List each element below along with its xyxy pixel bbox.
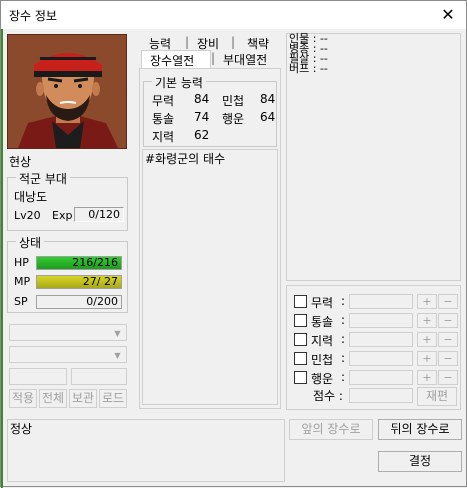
minus-icon[interactable]: − xyxy=(438,332,458,347)
next-general-button[interactable]: 뒤의 장수로 xyxy=(378,419,462,440)
close-icon[interactable]: ✕ xyxy=(436,3,460,27)
filter-checkbox[interactable] xyxy=(294,295,307,308)
stat-name-luck: 행운 xyxy=(222,112,245,126)
info-panel: 인물 : -- 병종 : -- 필살 : -- 버프 : -- xyxy=(286,33,461,281)
plus-icon[interactable]: + xyxy=(417,351,437,366)
filter-stat-name: 민첩 xyxy=(311,353,334,367)
filter-stat-name: 통솔 xyxy=(311,315,334,329)
filter-checkbox[interactable] xyxy=(294,314,307,327)
filter-stat-name: 무력 xyxy=(311,296,334,310)
center-panel: 기본 능력 무력 84 민첩 84 통솔 74 행운 64 지력 62 #화령군… xyxy=(139,68,281,409)
filter-colon: : xyxy=(341,332,346,346)
combo-box-2[interactable]: ▼ xyxy=(9,346,127,363)
tab-strategy[interactable]: 책략 xyxy=(247,35,269,52)
score-field xyxy=(349,388,413,403)
minus-icon[interactable]: − xyxy=(438,294,458,309)
stat-value-agility: 84 xyxy=(260,92,276,106)
store-button[interactable]: 보관 xyxy=(69,389,97,408)
level-text: Lv20 xyxy=(14,209,41,222)
tab-general-bio[interactable]: 장수열전 xyxy=(141,50,211,69)
prev-general-button[interactable]: 앞의 장수로 xyxy=(289,419,373,440)
mp-value: 27/ 27 xyxy=(82,275,118,288)
mp-label: MP xyxy=(14,275,31,288)
dialog-window: 장수 정보 ✕ 현상 적군 부대 대낭도 Lv20 Exp 0/120 상태 H… xyxy=(0,0,467,488)
input-box-right[interactable] xyxy=(71,368,127,385)
filter-stat-name: 지력 xyxy=(311,334,334,348)
tab-general-bio-label: 장수열전 xyxy=(150,54,195,68)
biography-text: #화령군의 태수 xyxy=(145,152,226,166)
plus-icon[interactable]: + xyxy=(417,332,437,347)
affiliation-group: 적군 부대 대낭도 Lv20 Exp 0/120 xyxy=(7,170,128,231)
hp-value: 216/216 xyxy=(72,256,118,269)
reroll-button[interactable]: 재편 xyxy=(417,387,457,406)
stat-value-power: 84 xyxy=(194,92,210,106)
condition-text: 정상 xyxy=(10,422,33,436)
plus-icon[interactable]: + xyxy=(417,294,437,309)
status-group: 상태 HP 216/216 MP 27/ 27 SP 0/200 xyxy=(7,234,128,313)
condition-box: 정상 xyxy=(7,419,285,482)
plus-icon[interactable]: + xyxy=(417,370,437,385)
info-list: 인물 : -- 병종 : -- 필살 : -- 버프 : -- xyxy=(289,33,328,75)
chevron-down-icon: ▼ xyxy=(110,326,125,339)
sp-value: 0/200 xyxy=(86,295,118,308)
minus-icon[interactable]: − xyxy=(438,351,458,366)
sp-bar: 0/200 xyxy=(36,295,122,309)
general-name: 현상 xyxy=(9,155,32,169)
filter-value-field[interactable] xyxy=(349,332,413,347)
background-edge-left xyxy=(1,29,3,488)
stat-value-luck: 64 xyxy=(260,110,276,124)
apply-button[interactable]: 적용 xyxy=(9,389,37,408)
filter-stat-name: 행운 xyxy=(311,372,334,386)
exp-label: Exp xyxy=(52,209,73,222)
filter-checkbox[interactable] xyxy=(294,371,307,384)
basic-ability-label: 기본 능력 xyxy=(152,74,206,91)
tab-unit-bio[interactable]: 부대열전 xyxy=(223,51,267,68)
filter-checkbox[interactable] xyxy=(294,352,307,365)
all-button[interactable]: 전체 xyxy=(39,389,67,408)
load-button[interactable]: 로드 xyxy=(99,389,127,408)
stat-name-command: 통솔 xyxy=(152,112,175,126)
biography-box: #화령군의 태수 xyxy=(142,149,278,405)
filter-colon: : xyxy=(341,351,346,365)
location-text: 대낭도 xyxy=(14,190,48,204)
mp-bar: 27/ 27 xyxy=(36,275,122,289)
stat-name-power: 무력 xyxy=(152,94,175,108)
status-label: 상태 xyxy=(16,234,45,251)
filter-colon: : xyxy=(341,294,346,308)
plus-icon[interactable]: + xyxy=(417,313,437,328)
confirm-button[interactable]: 결정 xyxy=(378,451,462,472)
hp-bar: 216/216 xyxy=(36,256,122,270)
exp-field: 0/120 xyxy=(74,207,124,222)
filter-value-field[interactable] xyxy=(349,370,413,385)
sp-label: SP xyxy=(14,295,28,308)
info-line-buff: 버프 : -- xyxy=(289,62,328,75)
filter-colon: : xyxy=(341,313,346,327)
stat-value-command: 74 xyxy=(194,110,210,124)
window-title: 장수 정보 xyxy=(9,9,57,23)
score-label: 점수 : xyxy=(313,389,343,403)
filter-value-field[interactable] xyxy=(349,294,413,309)
minus-icon[interactable]: − xyxy=(438,370,458,385)
stat-name-intellect: 지력 xyxy=(152,130,175,144)
filter-value-field[interactable] xyxy=(349,351,413,366)
basic-ability-group: 기본 능력 무력 84 민첩 84 통솔 74 행운 64 지력 62 xyxy=(143,74,277,147)
general-portrait xyxy=(7,34,127,149)
filter-panel: 무력: + − 통솔: + − 지력: + − 민첩: + − 행운: + − 점수 : 재편 xyxy=(286,285,461,410)
stat-name-agility: 민첩 xyxy=(222,94,245,108)
filter-colon: : xyxy=(341,370,346,384)
filter-checkbox[interactable] xyxy=(294,333,307,346)
minus-icon[interactable]: − xyxy=(438,313,458,328)
chevron-down-icon: ▼ xyxy=(110,348,125,361)
combo-box-1[interactable]: ▼ xyxy=(9,324,127,341)
filter-value-field[interactable] xyxy=(349,313,413,328)
exp-value: 0/120 xyxy=(88,208,120,221)
hp-label: HP xyxy=(14,256,29,269)
stat-value-intellect: 62 xyxy=(194,128,210,142)
input-box-left[interactable] xyxy=(9,368,67,385)
title-bar: 장수 정보 ✕ xyxy=(1,1,466,29)
affiliation-label: 적군 부대 xyxy=(16,170,70,187)
